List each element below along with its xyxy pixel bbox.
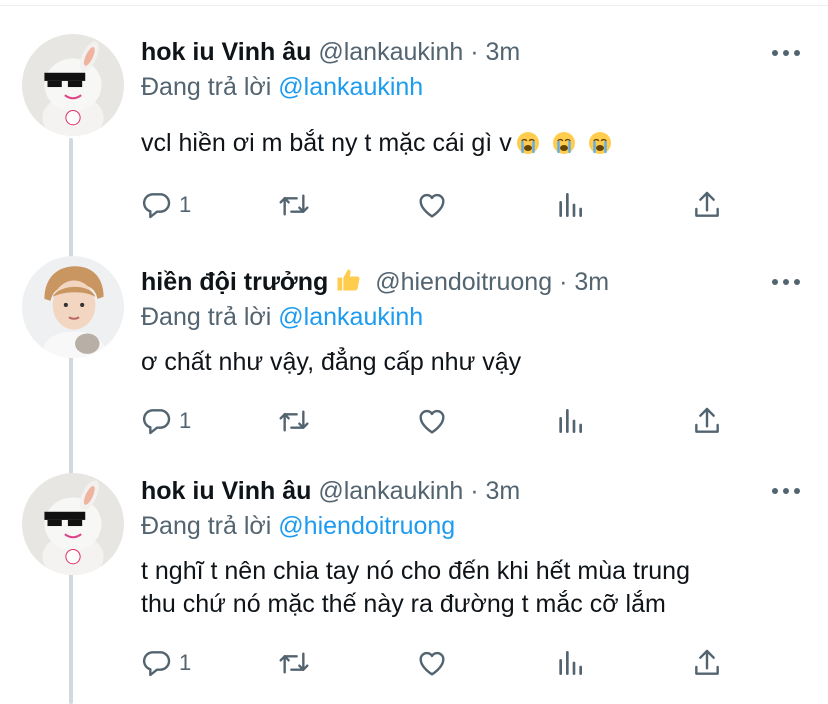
display-name[interactable]: hok iu Vinh âu [141,38,311,66]
tweet-header: hiền đội trưởng @hiendoitruong · 3m [141,266,609,297]
views-button[interactable] [554,403,586,439]
mention-link[interactable]: @hiendoitruong [278,512,455,540]
bunny-avatar-image [22,34,124,136]
retweet-button[interactable] [278,403,310,439]
tweet-text: t nghĩ t nên chia tay nó cho đến khi hết… [141,555,690,621]
reply-count: 1 [179,192,192,217]
analytics-icon [554,189,586,221]
tweet-text-line-1: t nghĩ t nên chia tay nó cho đến khi hết… [141,557,690,585]
crying-emoji-icon [588,131,612,155]
replying-prefix: Đang trả lời [141,512,272,540]
like-button[interactable] [416,645,448,681]
avatar[interactable] [22,256,124,358]
share-icon [691,647,723,679]
tweet-text-content: ơ chất như vậy, đẳng cấp như vậy [141,348,522,376]
mention-link[interactable]: @lankaukinh [278,73,423,101]
timestamp[interactable]: · 3m [559,268,609,296]
top-divider [0,5,828,6]
tweet-text-content: vcl hiền ơi m bắt ny t mặc cái gì v [141,129,512,157]
reply-count: 1 [179,408,192,433]
crying-emoji-icon [552,131,576,155]
tweet-text: vcl hiền ơi m bắt ny t mặc cái gì v [141,127,612,160]
tweet-text-line-2: thu chứ nó mặc thế này ra đường t mắc cỡ… [141,590,666,618]
like-button[interactable] [416,187,448,223]
crying-emoji-icon [516,131,540,155]
reply-count: 1 [179,650,192,675]
replying-prefix: Đang trả lời [141,73,272,101]
thumbs-up-emoji-icon [337,269,360,291]
tweet-text: ơ chất như vậy, đẳng cấp như vậy [141,346,521,379]
replying-to: Đang trả lời @lankaukinh [141,72,423,102]
thread-connector-line [69,138,73,704]
share-icon [691,405,723,437]
mention-link[interactable]: @lankaukinh [278,303,423,331]
bunny-avatar-image [22,473,124,575]
retweet-icon [278,647,310,679]
user-handle[interactable]: @lankaukinh [318,38,463,66]
share-button[interactable] [691,187,723,223]
tweet-header: hok iu Vinh âu @lankaukinh · 3m [141,37,520,67]
more-icon[interactable] [770,267,802,297]
replying-to: Đang trả lời @lankaukinh [141,302,423,332]
retweet-icon [278,405,310,437]
reply-icon [141,405,173,437]
action-bar: 1 [141,403,781,439]
share-button[interactable] [691,645,723,681]
views-button[interactable] [554,187,586,223]
tweet-header: hok iu Vinh âu @lankaukinh · 3m [141,476,520,506]
like-button[interactable] [416,403,448,439]
reply-button[interactable]: 1 [141,403,191,439]
heart-icon [416,189,448,221]
reply-icon [141,647,173,679]
share-icon [691,189,723,221]
user-handle[interactable]: @hiendoitruong [375,268,552,296]
more-icon[interactable] [770,476,802,506]
reply-icon [141,189,173,221]
display-name[interactable]: hok iu Vinh âu [141,477,311,505]
replying-to: Đang trả lời @hiendoitruong [141,511,455,541]
share-button[interactable] [691,403,723,439]
analytics-icon [554,405,586,437]
avatar[interactable] [22,34,124,136]
user-handle[interactable]: @lankaukinh [318,477,463,505]
replying-prefix: Đang trả lời [141,303,272,331]
views-button[interactable] [554,645,586,681]
action-bar: 1 [141,645,781,681]
reply-button[interactable]: 1 [141,187,191,223]
heart-icon [416,647,448,679]
timestamp[interactable]: · 3m [470,477,520,505]
timestamp[interactable]: · 3m [470,38,520,66]
heart-icon [416,405,448,437]
action-bar: 1 [141,187,781,223]
display-name[interactable]: hiền đội trưởng [141,268,328,296]
boy-avatar-image [22,256,124,358]
analytics-icon [554,647,586,679]
retweet-button[interactable] [278,187,310,223]
reply-button[interactable]: 1 [141,645,191,681]
avatar[interactable] [22,473,124,575]
retweet-button[interactable] [278,645,310,681]
retweet-icon [278,189,310,221]
more-icon[interactable] [770,38,802,68]
